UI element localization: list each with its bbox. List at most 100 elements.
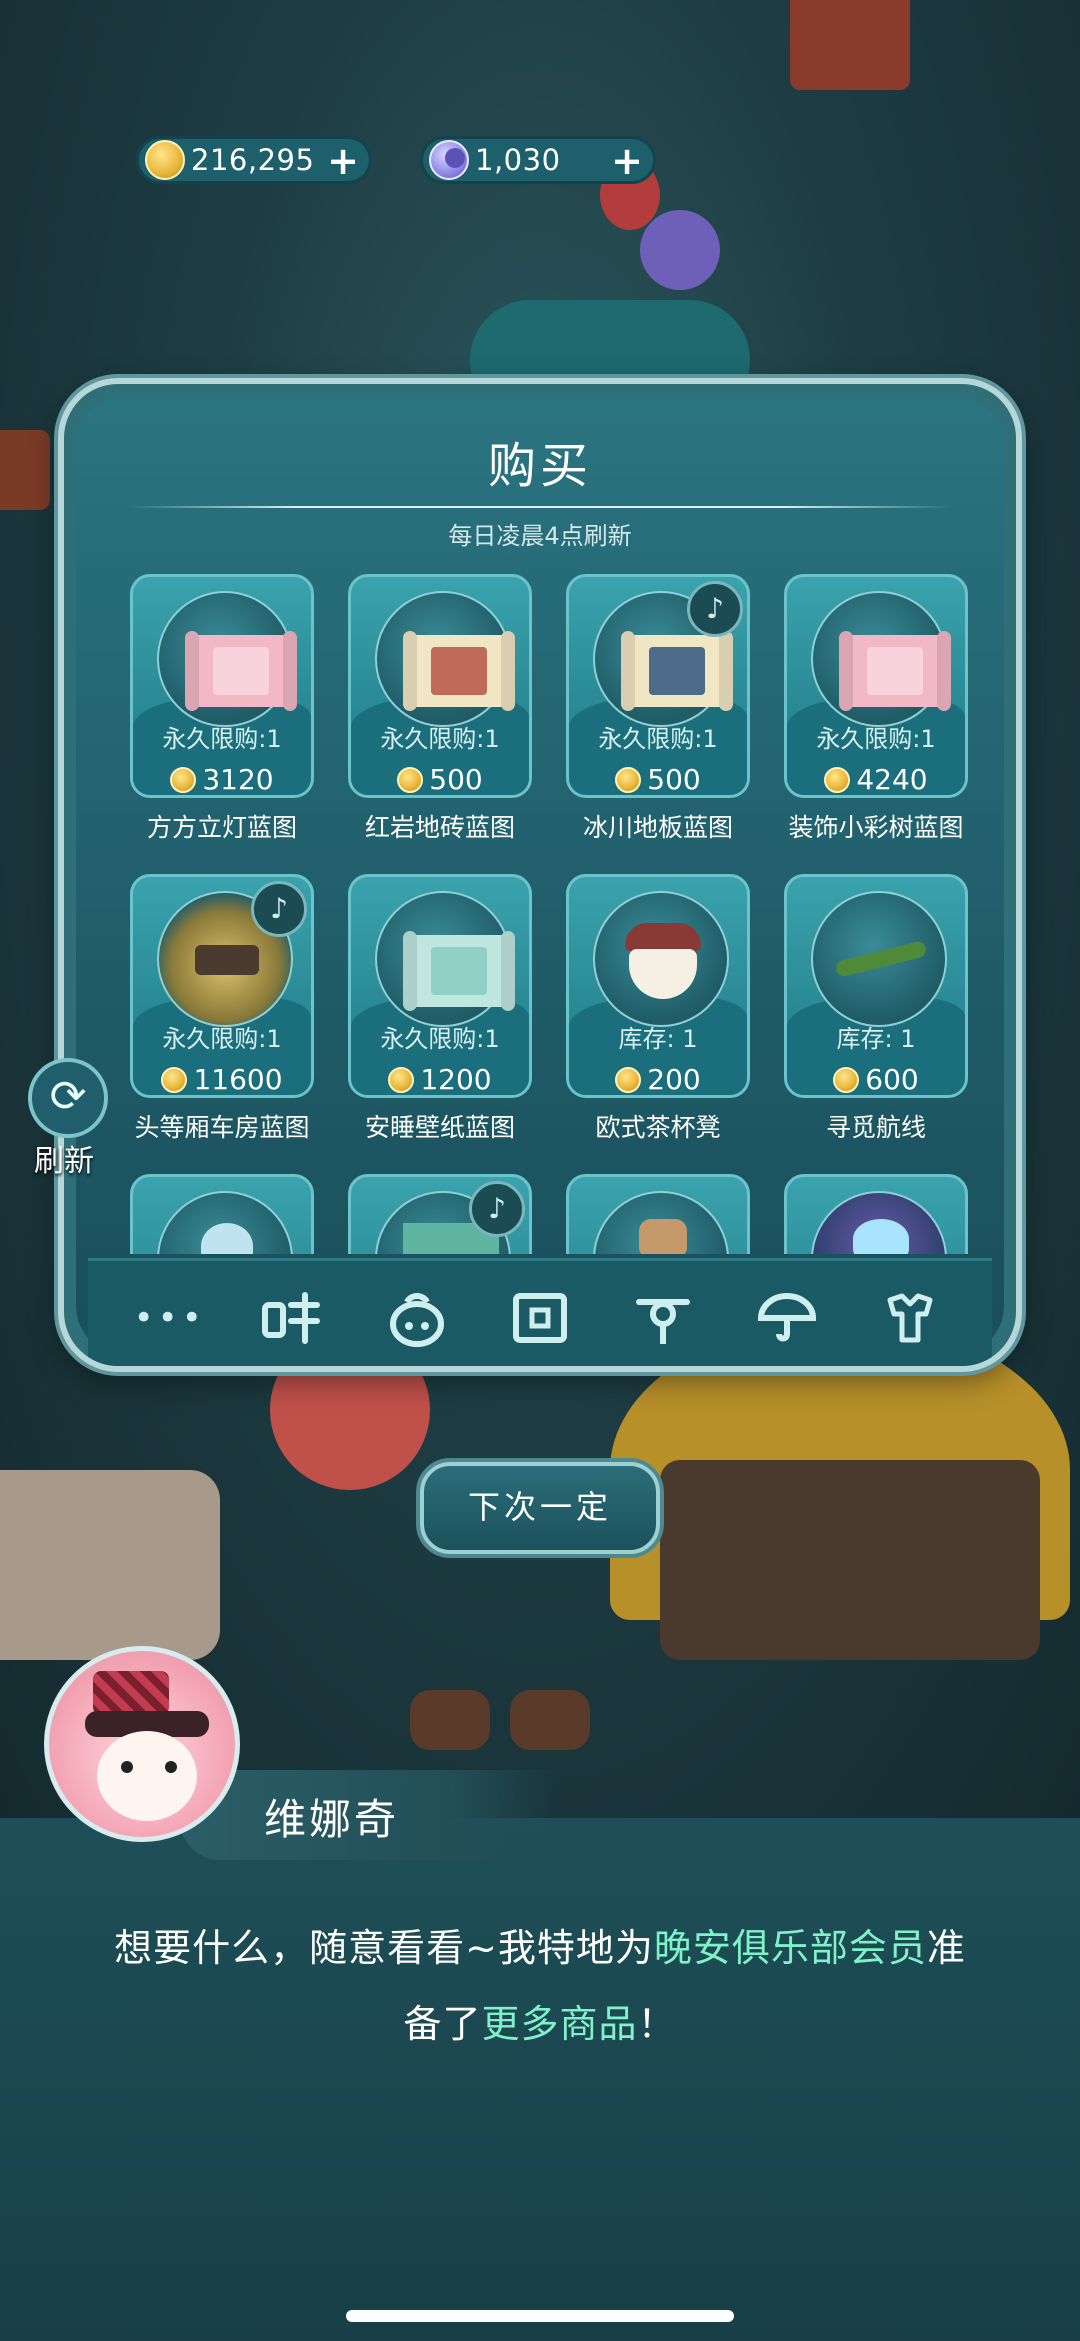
more-dots-icon[interactable]: ••• (134, 1283, 205, 1353)
coin-counter: 216,295 + (136, 136, 372, 184)
category-tab-bar: ••• (88, 1258, 992, 1366)
item-card[interactable]: ♪ 永久限购:1 500 (566, 574, 750, 798)
avatar-eye (121, 1761, 133, 1773)
clothes-icon[interactable] (875, 1283, 945, 1353)
item-name: 欧式茶杯凳 (595, 1113, 721, 1142)
shop-item[interactable]: 永久限购:1 500 红岩地砖蓝图 (348, 574, 532, 844)
item-price: 500 (351, 763, 529, 796)
purchase-panel: 购买 每日凌晨4点刷新 永久限购:1 3120 方方立灯蓝图 永久限购:1 50… (58, 378, 1022, 1372)
item-limit: 永久限购:1 (380, 1025, 500, 1053)
shop-item[interactable]: ♪ 永久限购:1 11600 头等厢车房蓝图 (130, 874, 314, 1144)
fountain-icon (853, 1219, 909, 1254)
blueprint-scroll-icon (193, 635, 289, 707)
spyglass-icon (834, 940, 928, 978)
item-card[interactable] (566, 1174, 750, 1254)
item-limit: 永久限购:1 (162, 725, 282, 753)
refresh-button[interactable]: ⟳ (28, 1058, 108, 1138)
stool-decoration (510, 1690, 590, 1750)
shop-item[interactable]: ♪ 永久限购:1 500 冰川地板蓝图 (566, 574, 750, 844)
item-bubble (593, 891, 729, 1027)
lamp-decoration (790, 0, 910, 90)
add-coins-button[interactable]: + (327, 142, 359, 180)
item-bubble (811, 891, 947, 1027)
item-card[interactable]: ♪ (348, 1174, 532, 1254)
speaker-avatar (44, 1646, 240, 1842)
item-card[interactable]: 库存: 1 200 (566, 874, 750, 1098)
shop-grid: 永久限购:1 3120 方方立灯蓝图 永久限购:1 500 红岩地砖蓝图 ♪ 永… (76, 574, 1016, 1254)
add-moons-button[interactable]: + (611, 142, 643, 180)
item-limit: 库存: 1 (618, 1025, 698, 1053)
next-time-button[interactable]: 下次一定 (420, 1462, 660, 1554)
music-note-icon: ♪ (469, 1181, 525, 1237)
moon-amount: 1,030 (475, 143, 561, 177)
dialogue-segment: 想要什么，随意看看~我特地为 (114, 1926, 654, 1970)
item-bubble (593, 1191, 729, 1254)
shop-item[interactable]: 永久限购:1 3120 方方立灯蓝图 (130, 574, 314, 844)
price-value: 500 (429, 763, 483, 796)
home-indicator[interactable] (346, 2310, 734, 2322)
dialogue-text[interactable]: 想要什么，随意看看~我特地为晚安俱乐部会员准 备了更多商品！ (60, 1910, 1020, 2062)
dialogue-highlight: 晚安俱乐部会员 (653, 1926, 927, 1970)
bag-icon[interactable] (382, 1283, 452, 1353)
star-decoration (640, 210, 720, 290)
shop-item[interactable]: 库存: 1 600 寻觅航线 (784, 874, 968, 1144)
shop-item[interactable] (566, 1174, 750, 1254)
crystal-icon (201, 1223, 253, 1254)
refresh-label: 刷新 (34, 1144, 94, 1179)
stall-counter-decoration (660, 1460, 1040, 1660)
item-bubble (157, 591, 293, 727)
music-note-icon: ♪ (251, 881, 307, 937)
shop-item[interactable]: ♪ (348, 1174, 532, 1254)
coin-icon (833, 1066, 860, 1093)
coin-amount: 216,295 (191, 143, 315, 177)
item-limit: 库存: 1 (836, 1025, 916, 1053)
price-value: 11600 (193, 1063, 283, 1096)
item-price: 600 (787, 1063, 965, 1095)
shop-item[interactable]: 库存: 1 200 欧式茶杯凳 (566, 874, 750, 1144)
food-icon[interactable] (258, 1283, 328, 1353)
item-bubble (811, 1191, 947, 1254)
shop-item[interactable]: 永久限购:1 1200 安睡壁纸蓝图 (348, 874, 532, 1144)
item-name: 安睡壁纸蓝图 (364, 1113, 515, 1142)
item-card[interactable]: 库存: 1 600 (784, 874, 968, 1098)
plant-icon[interactable] (628, 1283, 698, 1353)
coin-icon (615, 1066, 642, 1093)
shop-item[interactable] (784, 1174, 968, 1254)
blueprint-scroll-icon (847, 635, 943, 707)
item-card[interactable]: 永久限购:1 4240 (784, 574, 968, 798)
price-value: 4240 (856, 763, 928, 796)
blueprint-scroll-icon (411, 935, 507, 1007)
coin-icon (824, 766, 851, 793)
item-card[interactable]: 永久限购:1 1200 (348, 874, 532, 1098)
teacup-lid-icon (625, 923, 701, 951)
umbrella-icon[interactable] (752, 1283, 822, 1353)
train-car-icon (195, 945, 259, 975)
moon-currency-icon (429, 140, 469, 180)
item-price: 1200 (351, 1063, 529, 1095)
item-card[interactable]: ♪ 永久限购:1 11600 (130, 874, 314, 1098)
shop-item[interactable]: 永久限购:1 4240 装饰小彩树蓝图 (784, 574, 968, 844)
item-card[interactable]: 永久限购:1 3120 (130, 574, 314, 798)
panel-title: 购买 (487, 438, 592, 494)
item-card[interactable] (130, 1174, 314, 1254)
item-limit: 永久限购:1 (380, 725, 500, 753)
item-name: 方方立灯蓝图 (146, 813, 297, 842)
coin-icon (397, 766, 424, 793)
dialogue-segment: 备了 (403, 2002, 482, 2046)
item-bubble (811, 591, 947, 727)
blueprint-icon[interactable] (505, 1283, 575, 1353)
refresh-icon: ⟳ (49, 1071, 87, 1122)
teacup-stool-icon (629, 949, 697, 999)
dialogue-segment: ！ (637, 2002, 677, 2046)
item-price: 200 (569, 1063, 747, 1095)
item-name: 红岩地砖蓝图 (364, 813, 515, 842)
item-card[interactable] (784, 1174, 968, 1254)
refresh-notice: 每日凌晨4点刷新 (448, 522, 632, 550)
shop-item[interactable] (130, 1174, 314, 1254)
speaker-name: 维娜奇 (264, 1795, 400, 1844)
item-name: 寻觅航线 (825, 1113, 926, 1142)
avatar-eye (165, 1761, 177, 1773)
sign-decoration (0, 430, 50, 510)
item-card[interactable]: 永久限购:1 500 (348, 574, 532, 798)
item-price: 3120 (133, 763, 311, 795)
